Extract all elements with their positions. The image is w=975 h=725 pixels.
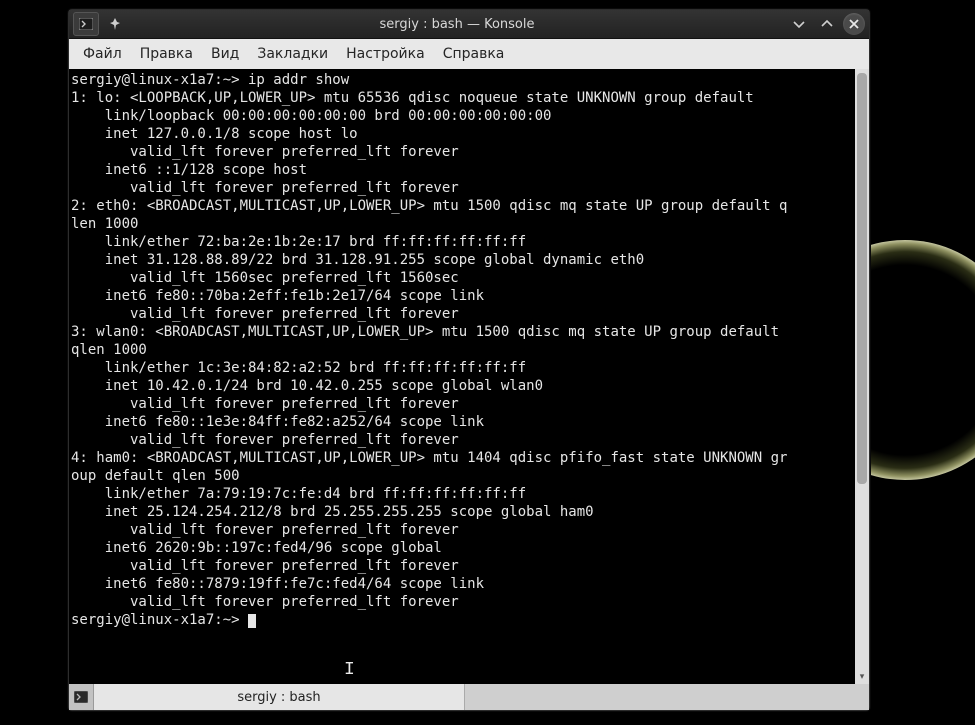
menu-view[interactable]: Вид (203, 43, 247, 65)
terminal-area: sergiy@linux-x1a7:~> ip addr show 1: lo:… (69, 69, 869, 684)
close-icon (848, 18, 860, 30)
menu-bookmarks[interactable]: Закладки (249, 43, 336, 65)
close-button[interactable] (843, 13, 865, 35)
window-title: sergiy : bash — Konsole (127, 17, 787, 32)
titlebar-newtab-button[interactable] (73, 12, 99, 36)
pin-icon (108, 17, 122, 31)
titlebar[interactable]: sergiy : bash — Konsole (69, 10, 869, 39)
menubar: Файл Правка Вид Закладки Настройка Справ… (69, 39, 869, 69)
terminal-icon (74, 691, 88, 703)
menu-edit[interactable]: Правка (132, 43, 201, 65)
konsole-window: sergiy : bash — Konsole Файл Правка Вид (68, 9, 870, 711)
scrollbar-thumb[interactable] (857, 73, 867, 484)
menu-settings[interactable]: Настройка (338, 43, 433, 65)
maximize-button[interactable] (815, 13, 839, 35)
tab-label: sergiy : bash (237, 690, 320, 705)
tab-active[interactable]: sergiy : bash (94, 684, 465, 710)
scrollbar[interactable]: ▴ ▾ (855, 69, 869, 684)
terminal[interactable]: sergiy@linux-x1a7:~> ip addr show 1: lo:… (69, 69, 855, 684)
terminal-cursor (248, 614, 256, 628)
terminal-icon (79, 18, 93, 30)
chevron-down-icon (791, 16, 807, 32)
pin-button[interactable] (103, 13, 127, 35)
menu-file[interactable]: Файл (75, 43, 130, 65)
menu-help[interactable]: Справка (435, 43, 513, 65)
tabbar-newtab-button[interactable] (69, 684, 94, 710)
chevron-up-icon (819, 16, 835, 32)
minimize-button[interactable] (787, 13, 811, 35)
scroll-down-icon[interactable]: ▾ (855, 670, 869, 684)
tab-bar: sergiy : bash (69, 684, 869, 710)
